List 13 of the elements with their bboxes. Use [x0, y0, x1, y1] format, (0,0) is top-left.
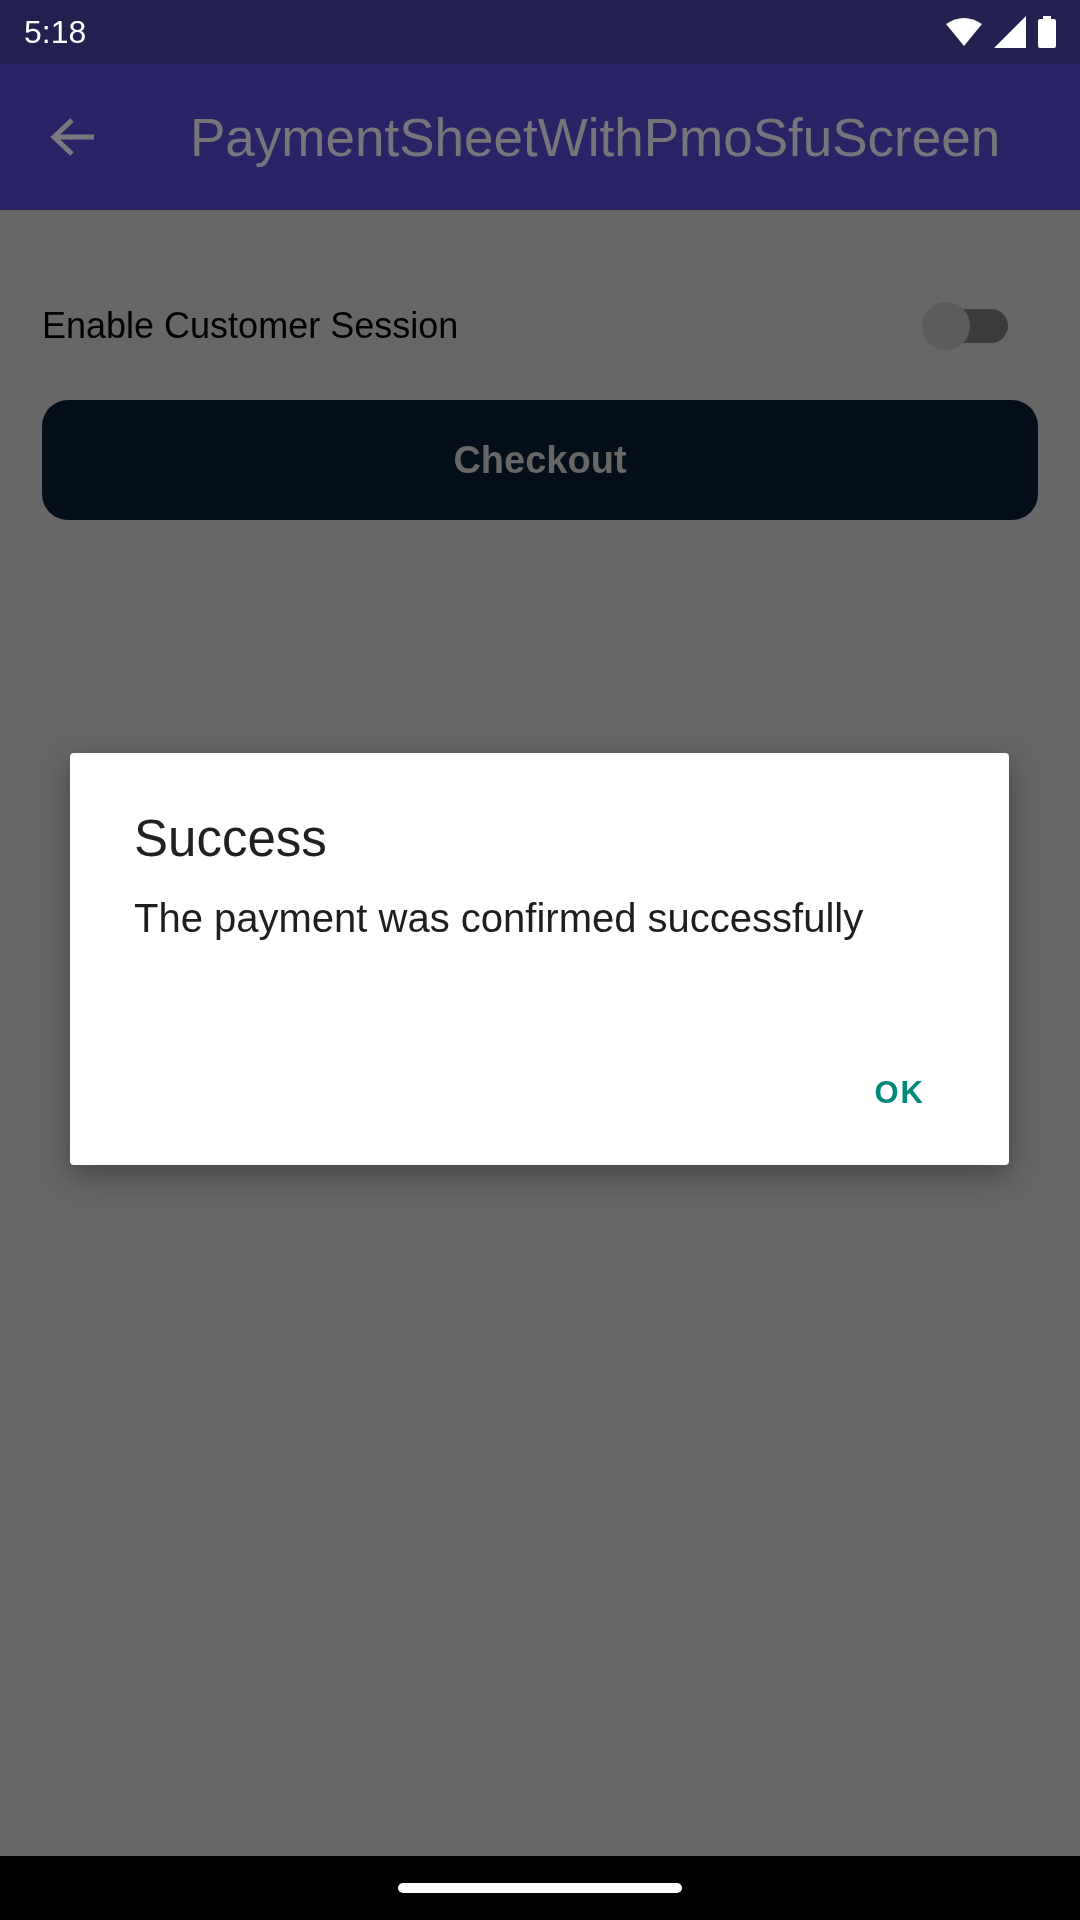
dialog-button[interactable]: OK — [854, 1059, 945, 1127]
home-handle[interactable] — [398, 1883, 682, 1893]
wifi-icon — [946, 18, 982, 46]
checkout-button[interactable]: Checkout — [42, 400, 1038, 520]
clock-time: 5:18 — [24, 13, 87, 51]
screen-title: PaymentSheetWithPmoSfuScreen — [190, 106, 1001, 168]
toggle-switch[interactable] — [922, 302, 1008, 350]
back-arrow-icon[interactable] — [50, 117, 96, 157]
setting-label: Enable Customer Session — [42, 305, 459, 347]
dialog-message: The payment was confirmed successfully — [134, 896, 865, 941]
battery-icon — [1038, 16, 1056, 48]
dialog-title: Success — [134, 809, 328, 868]
signal-icon — [994, 16, 1026, 48]
